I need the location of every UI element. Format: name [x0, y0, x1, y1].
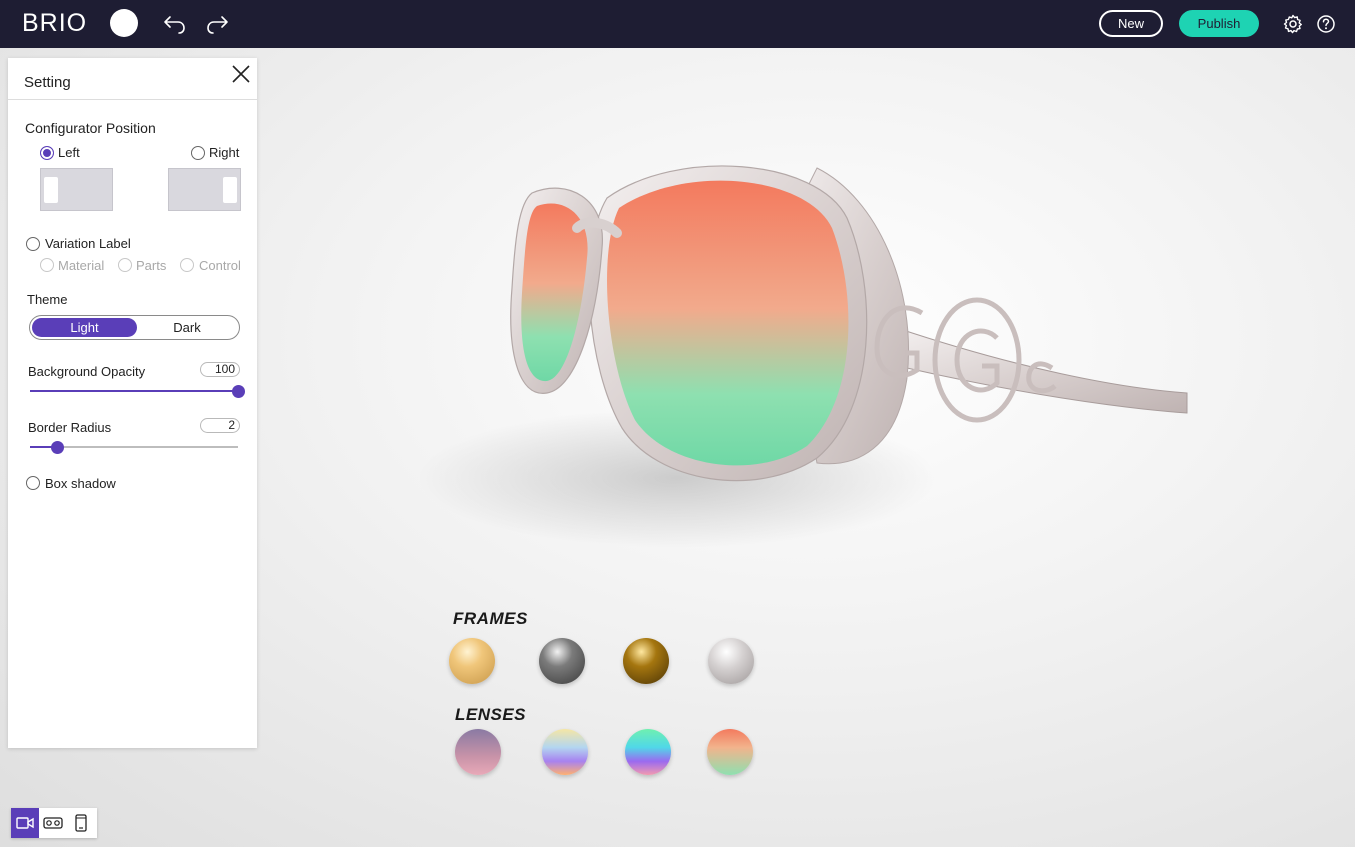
publish-button[interactable]: Publish	[1179, 10, 1259, 37]
variation-material-label: Material	[58, 258, 105, 273]
lenses-title: LENSES	[455, 705, 527, 724]
new-button[interactable]: New	[1099, 10, 1163, 37]
lens-aqua-violet-swatch[interactable]	[625, 729, 671, 775]
background-opacity-thumb[interactable]	[232, 385, 245, 398]
variation-label-radio[interactable]	[26, 237, 40, 251]
border-radius-input[interactable]: 2	[200, 418, 240, 433]
background-opacity-fill	[30, 390, 238, 392]
gear-icon[interactable]	[1280, 11, 1306, 37]
configurator-position-title: Configurator Position	[25, 120, 156, 136]
sunglasses-model[interactable]	[257, 48, 1355, 847]
position-right-label: Right	[209, 145, 240, 160]
border-radius-thumb[interactable]	[51, 441, 64, 454]
variation-parts-label: Parts	[136, 258, 167, 273]
product-viewport[interactable]: FRAMES LENSES	[257, 48, 1355, 847]
frame-bronze-swatch[interactable]	[623, 638, 669, 684]
background-color-picker[interactable]	[110, 9, 138, 37]
lens-rainbow-swatch[interactable]	[542, 729, 588, 775]
lens-coral-mint-swatch[interactable]	[707, 729, 753, 775]
variation-control-label: Control	[199, 258, 241, 273]
view-mode-switcher	[11, 808, 97, 838]
position-right-radio[interactable]	[191, 146, 205, 160]
lens-mauve-swatch[interactable]	[455, 729, 501, 775]
camera-view-icon[interactable]	[11, 808, 39, 838]
undo-icon[interactable]	[162, 11, 188, 37]
theme-light-option[interactable]: Light	[32, 318, 137, 337]
frame-gunmetal-swatch[interactable]	[539, 638, 585, 684]
close-icon[interactable]	[231, 64, 251, 84]
position-left-radio[interactable]	[40, 146, 54, 160]
variation-material-radio	[40, 258, 54, 272]
position-left-preview[interactable]	[40, 168, 113, 211]
background-opacity-label: Background Opacity	[28, 364, 146, 379]
frame-silver-swatch[interactable]	[708, 638, 754, 684]
theme-toggle: Light Dark	[29, 315, 240, 340]
box-shadow-label: Box shadow	[45, 476, 116, 491]
settings-panel: Setting Configurator Position Left Right…	[8, 58, 257, 748]
background-opacity-input[interactable]: 100	[200, 362, 240, 377]
box-shadow-radio[interactable]	[26, 476, 40, 490]
position-left-label: Left	[58, 145, 80, 160]
variation-control-radio	[180, 258, 194, 272]
frames-title: FRAMES	[453, 609, 528, 628]
preview-panel-marker	[223, 177, 237, 203]
mobile-view-icon[interactable]	[67, 808, 95, 838]
frame-gold-swatch[interactable]	[449, 638, 495, 684]
help-icon[interactable]	[1313, 11, 1339, 37]
top-bar: BRIO New Publish	[0, 0, 1355, 48]
brio-logo: BRIO	[22, 9, 88, 37]
variation-label-title: Variation Label	[45, 236, 131, 251]
vr-view-icon[interactable]	[39, 808, 67, 838]
variation-parts-radio	[118, 258, 132, 272]
theme-dark-option[interactable]: Dark	[137, 318, 237, 337]
panel-title: Setting	[24, 74, 71, 91]
theme-title: Theme	[27, 292, 68, 307]
panel-header: Setting	[8, 58, 257, 100]
redo-icon[interactable]	[204, 11, 230, 37]
preview-panel-marker	[44, 177, 58, 203]
position-right-preview[interactable]	[168, 168, 241, 211]
border-radius-label: Border Radius	[28, 420, 112, 435]
